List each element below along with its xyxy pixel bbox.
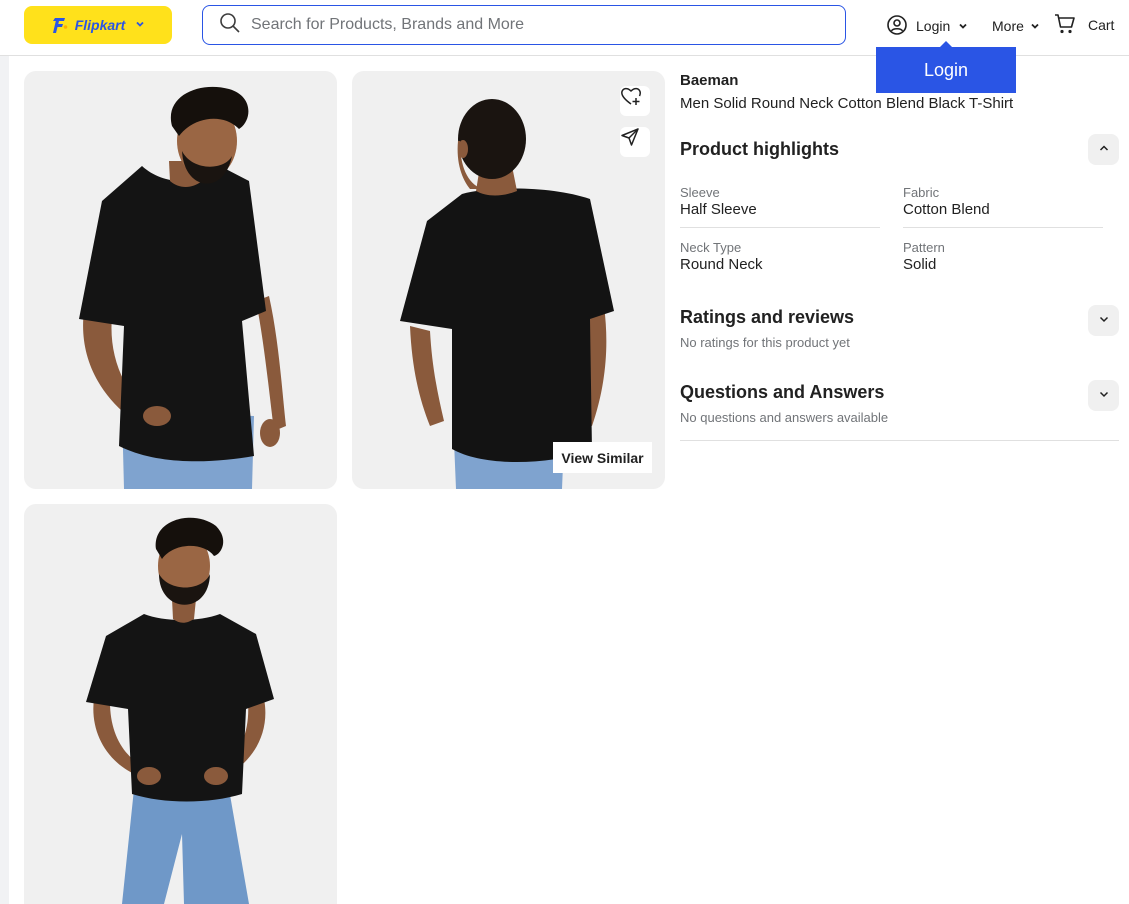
divider: [903, 227, 1103, 228]
product-image-back[interactable]: [352, 71, 665, 489]
model-front-illustration: [79, 86, 286, 489]
login-menu[interactable]: Login: [886, 14, 968, 38]
flipkart-logo-icon: [52, 18, 68, 33]
model-front-alt-illustration: [86, 517, 274, 904]
qa-toggle[interactable]: [1088, 380, 1119, 411]
chevron-down-icon: [958, 18, 968, 34]
left-rail: [0, 56, 9, 904]
highlight-value: Cotton Blend: [903, 201, 990, 218]
login-popup-button[interactable]: Login: [876, 47, 1016, 93]
ratings-subtitle: No ratings for this product yet: [680, 335, 850, 350]
more-label: More: [992, 18, 1024, 34]
product-image-front-alt[interactable]: [24, 504, 337, 904]
highlight-label: Fabric: [903, 185, 940, 200]
cart-label: Cart: [1088, 17, 1115, 33]
ratings-title: Ratings and reviews: [680, 307, 855, 327]
chevron-down-icon: [135, 19, 145, 32]
login-label: Login: [916, 18, 951, 34]
qa-subtitle: No questions and answers available: [680, 410, 889, 425]
more-menu[interactable]: More: [992, 14, 1040, 38]
model-back-illustration: [400, 99, 614, 489]
highlight-label: Neck Type: [680, 240, 742, 255]
highlights-title: Product highlights: [680, 139, 839, 159]
search-bar[interactable]: [202, 5, 846, 45]
highlight-value: Round Neck: [680, 256, 763, 273]
chevron-down-icon: [1098, 312, 1110, 330]
highlight-neck-type: Neck Type Round Neck: [680, 240, 880, 273]
highlight-label: Sleeve: [680, 185, 720, 200]
search-icon: [219, 12, 241, 39]
qa-title: Questions and Answers: [680, 382, 885, 402]
highlights-toggle[interactable]: [1088, 134, 1119, 165]
highlight-value: Half Sleeve: [680, 201, 757, 218]
chevron-up-icon: [1098, 141, 1110, 159]
search-input[interactable]: [251, 16, 811, 34]
view-similar-button[interactable]: View Similar: [553, 442, 652, 473]
divider: [680, 440, 1119, 441]
chevron-down-icon: [1030, 18, 1040, 34]
highlight-pattern: Pattern Solid: [903, 240, 1103, 273]
highlight-label: Pattern: [903, 240, 945, 255]
share-icon[interactable]: [620, 127, 650, 157]
cart-link[interactable]: Cart: [1054, 13, 1114, 37]
product-image-front[interactable]: [24, 71, 337, 489]
user-circle-icon: [886, 14, 908, 39]
chevron-down-icon: [1098, 387, 1110, 405]
logo-text: Flipkart: [74, 17, 126, 33]
highlight-fabric: Fabric Cotton Blend: [903, 185, 1103, 218]
wishlist-heart-icon[interactable]: [620, 86, 650, 116]
highlight-value: Solid: [903, 256, 937, 273]
product-brand[interactable]: Baeman: [680, 72, 738, 89]
product-title: Men Solid Round Neck Cotton Blend Black …: [680, 95, 1014, 112]
cart-icon: [1054, 13, 1076, 38]
ratings-toggle[interactable]: [1088, 305, 1119, 336]
highlight-sleeve: Sleeve Half Sleeve: [680, 185, 880, 218]
flipkart-logo-button[interactable]: Flipkart: [24, 6, 172, 44]
divider: [680, 227, 880, 228]
